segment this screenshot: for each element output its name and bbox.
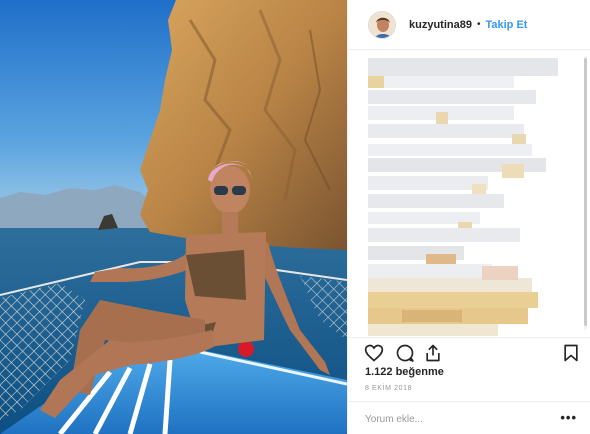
more-options-icon[interactable]: ••• bbox=[560, 410, 577, 425]
pixelated-comments-image bbox=[368, 58, 558, 336]
comment-input[interactable] bbox=[365, 411, 545, 427]
post-side-panel: kuzyutina89 • Takip Et 1.122 beğenme 8 E… bbox=[347, 0, 590, 434]
avatar[interactable] bbox=[368, 10, 396, 39]
heart-icon[interactable] bbox=[364, 343, 384, 363]
post-header: kuzyutina89 • Takip Et bbox=[348, 0, 590, 50]
post-image bbox=[0, 0, 347, 434]
post-photo[interactable] bbox=[0, 0, 347, 434]
post-actions bbox=[348, 337, 590, 367]
scrollbar-thumb[interactable] bbox=[584, 58, 587, 326]
bookmark-icon[interactable] bbox=[561, 343, 581, 363]
add-comment-bar: ••• bbox=[348, 401, 590, 434]
follow-button[interactable]: Takip Et bbox=[485, 19, 527, 31]
separator-dot: • bbox=[476, 19, 481, 30]
post-date[interactable]: 8 EKİM 2018 bbox=[365, 385, 412, 392]
share-icon[interactable] bbox=[423, 343, 443, 363]
likes-count[interactable]: 1.122 beğenme bbox=[365, 366, 444, 378]
comment-bubble-icon[interactable] bbox=[395, 343, 415, 363]
comments-list[interactable] bbox=[362, 54, 590, 337]
username-link[interactable]: kuzyutina89 bbox=[409, 19, 472, 31]
